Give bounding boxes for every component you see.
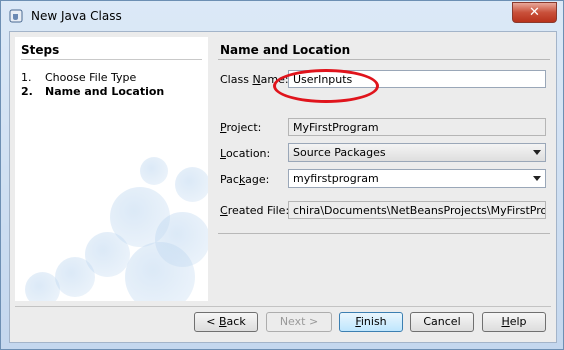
chevron-down-icon bbox=[533, 176, 541, 181]
created-file-label: Created File: bbox=[220, 204, 290, 217]
project-value: MyFirstProgram bbox=[293, 121, 379, 134]
package-combobox[interactable]: myfirstprogram bbox=[288, 169, 546, 188]
annotation-highlight-circle bbox=[273, 69, 379, 103]
created-file-value: chira\Documents\NetBeansProjects\MyFirst… bbox=[293, 204, 545, 217]
next-button[interactable]: Next > bbox=[266, 312, 332, 332]
steps-title: Steps bbox=[21, 43, 60, 57]
decorative-bubble bbox=[25, 272, 60, 301]
dialog-window: New Java Class ✕ Steps 1. Choose File Typ… bbox=[0, 0, 564, 350]
step-number: 2. bbox=[21, 85, 33, 98]
panel-title: Name and Location bbox=[220, 43, 351, 57]
decorative-bubble bbox=[140, 157, 168, 185]
name-location-panel: Name and Location Class Name: UserInputs… bbox=[218, 37, 550, 301]
back-button[interactable]: < Back bbox=[194, 312, 258, 332]
java-cup-icon bbox=[9, 9, 23, 23]
steps-panel: Steps 1. Choose File Type 2. Name and Loca… bbox=[15, 37, 208, 301]
location-dropdown[interactable]: Source Packages bbox=[288, 143, 546, 162]
window-title: New Java Class bbox=[31, 9, 122, 23]
close-button[interactable]: ✕ bbox=[512, 2, 557, 23]
help-button[interactable]: Help bbox=[482, 312, 546, 332]
chevron-down-icon bbox=[533, 150, 541, 155]
step-choose-file-type: 1. Choose File Type bbox=[21, 71, 136, 84]
step-name-and-location: 2. Name and Location bbox=[21, 85, 164, 98]
package-label: Package: bbox=[220, 173, 270, 186]
project-label: Project: bbox=[220, 121, 262, 134]
location-label: Location: bbox=[220, 147, 271, 160]
project-field: MyFirstProgram bbox=[288, 118, 546, 136]
close-icon: ✕ bbox=[529, 5, 540, 20]
panel-divider bbox=[218, 59, 550, 60]
finish-button[interactable]: Finish bbox=[339, 312, 403, 332]
step-label: Choose File Type bbox=[45, 71, 137, 84]
panel-bottom-divider bbox=[218, 233, 550, 234]
step-label: Name and Location bbox=[45, 85, 165, 98]
steps-divider bbox=[21, 59, 202, 60]
step-number: 1. bbox=[21, 71, 32, 84]
dialog-content: Steps 1. Choose File Type 2. Name and Loca… bbox=[9, 31, 557, 343]
cancel-button[interactable]: Cancel bbox=[410, 312, 474, 332]
decorative-bubble bbox=[175, 167, 208, 202]
location-value: Source Packages bbox=[293, 146, 386, 159]
title-bar[interactable]: New Java Class ✕ bbox=[1, 1, 563, 31]
decorative-bubble bbox=[55, 257, 95, 297]
button-bar-divider bbox=[15, 306, 551, 307]
created-file-field[interactable]: chira\Documents\NetBeansProjects\MyFirst… bbox=[288, 201, 546, 219]
package-value: myfirstprogram bbox=[293, 172, 379, 185]
